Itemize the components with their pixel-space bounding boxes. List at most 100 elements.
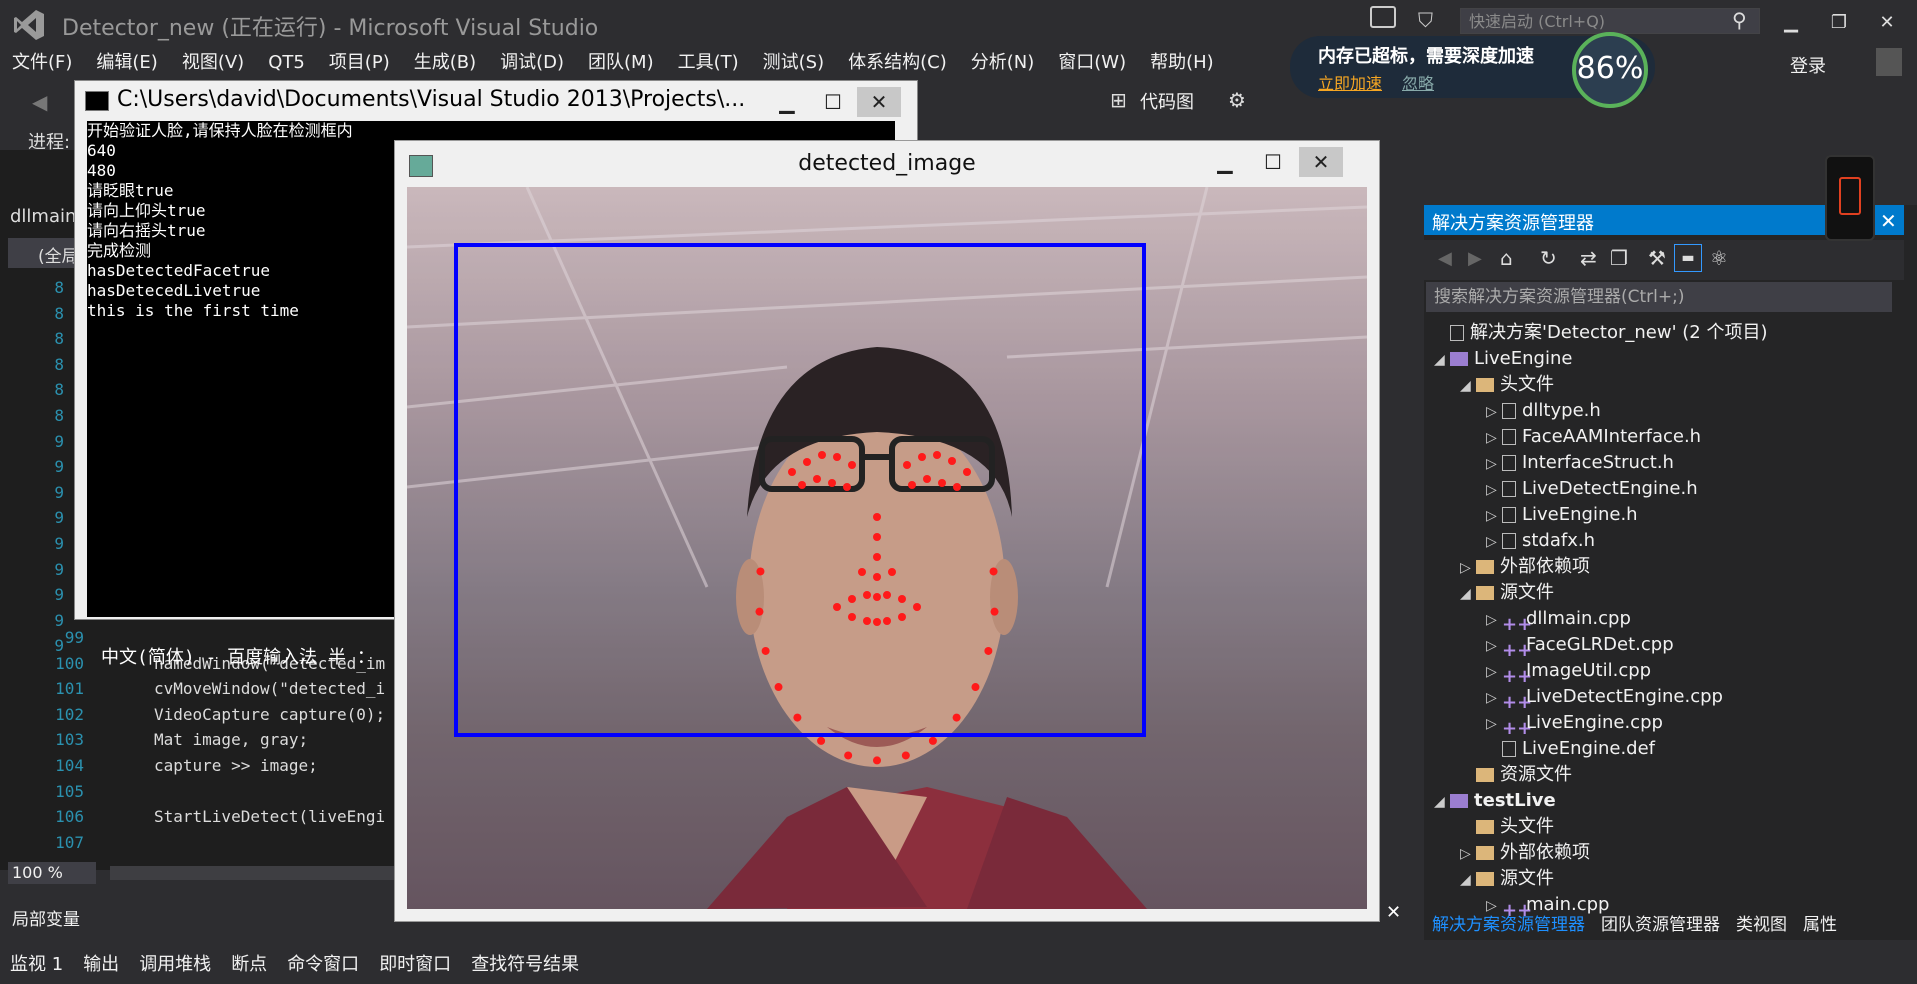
view-class-diagram-icon[interactable]: ⚛ [1710,246,1728,270]
home-icon[interactable]: ⌂ [1500,246,1513,270]
menu-item-12[interactable]: 窗口(W) [1046,50,1138,76]
solution-tab-2[interactable]: 类视图 [1728,910,1795,940]
detected-maximize-button[interactable]: ☐ [1251,147,1295,177]
expanded-arrow-icon[interactable]: ◢ [1460,373,1476,399]
breakpoint-tool-icon[interactable]: ⚙ [1228,88,1246,112]
menu-item-11[interactable]: 分析(N) [959,50,1047,76]
menu-item-2[interactable]: 视图(V) [170,50,256,76]
solution-tab-0[interactable]: 解决方案资源管理器 [1424,910,1593,940]
tree-item[interactable]: ▷ stdafx.h [1434,528,1767,554]
solution-explorer-close-icon[interactable]: ✕ [1880,209,1897,233]
user-avatar-icon[interactable] [1876,48,1902,76]
collapsed-arrow-icon[interactable]: ▷ [1486,685,1502,711]
menu-item-9[interactable]: 测试(S) [751,50,836,76]
ignore-link[interactable]: 忽略 [1402,70,1434,94]
code-line[interactable]: VideoCapture capture(0); [154,705,385,724]
tree-item[interactable]: 解决方案'Detector_new' (2 个项目) [1434,320,1767,346]
tree-item[interactable]: 资源文件 [1434,762,1767,788]
bottom-tab-6[interactable]: 查找符号结果 [461,948,589,984]
detected-close-button[interactable]: ✕ [1299,147,1343,177]
tree-item[interactable]: ▷ ++ImageUtil.cpp [1434,658,1767,687]
tree-item[interactable]: ◢ 头文件 [1434,372,1767,398]
collapsed-arrow-icon[interactable]: ▷ [1486,633,1502,659]
collapsed-arrow-icon[interactable]: ▷ [1486,451,1502,477]
collapsed-arrow-icon[interactable]: ▷ [1486,399,1502,425]
bottom-tab-2[interactable]: 调用堆栈 [129,948,221,984]
bottom-tab-3[interactable]: 断点 [221,948,277,984]
collapsed-arrow-icon[interactable]: ▷ [1486,607,1502,633]
code-line[interactable]: capture >> image; [154,756,318,775]
expanded-arrow-icon[interactable]: ◢ [1434,789,1450,815]
bottom-tab-0[interactable]: 监视 1 [0,948,73,984]
back-icon[interactable]: ◀ [32,90,47,114]
tree-item[interactable]: ▷ dlltype.h [1434,398,1767,424]
bottom-tab-5[interactable]: 即时窗口 [369,948,461,984]
tree-item[interactable]: ▷ ++LiveEngine.cpp [1434,710,1767,739]
solution-tab-1[interactable]: 团队资源管理器 [1593,910,1728,940]
quick-launch-input[interactable]: 快速启动 (Ctrl+Q) [1460,8,1760,34]
solution-tab-3[interactable]: 属性 [1795,910,1845,940]
collapse-all-icon[interactable]: ❐ [1610,246,1628,270]
console-close-button[interactable]: ✕ [857,87,901,117]
menu-item-6[interactable]: 调试(D) [488,50,576,76]
menu-item-10[interactable]: 体系结构(C) [836,50,959,76]
notification-filter-icon[interactable]: ⛉ [1418,8,1433,32]
collapsed-arrow-icon[interactable]: ▷ [1460,555,1476,581]
console-maximize-button[interactable]: ☐ [811,87,855,117]
editor-tab-dllmain[interactable]: dllmain [10,206,76,227]
tree-item[interactable]: 头文件 [1434,814,1767,840]
collapsed-arrow-icon[interactable]: ▷ [1486,529,1502,555]
phone-assistant-icon[interactable] [1825,155,1875,241]
search-icon[interactable]: ⚲ [1732,8,1747,32]
collapsed-arrow-icon[interactable]: ▷ [1486,711,1502,737]
solution-search-input[interactable]: 搜索解决方案资源管理器(Ctrl+;) [1426,282,1892,312]
editor-close-icon[interactable]: ✕ [1386,902,1401,923]
preview-icon[interactable]: ▬ [1674,244,1702,272]
collapsed-arrow-icon[interactable]: ▷ [1460,841,1476,867]
sync-icon[interactable]: ⇄ [1580,246,1597,270]
codemap-icon[interactable]: ⊞ [1110,88,1127,112]
tree-item[interactable]: ◢ testLive [1434,788,1767,814]
code-line[interactable]: Mat image, gray; [154,730,308,749]
tree-item[interactable]: ▷ LiveDetectEngine.h [1434,476,1767,502]
code-line[interactable]: cvMoveWindow("detected_i [154,679,385,698]
collapsed-arrow-icon[interactable]: ▷ [1486,659,1502,685]
minimize-button[interactable]: ▁ [1770,4,1812,42]
history-icon[interactable]: ↻ [1540,246,1557,270]
tree-item[interactable]: ▷ LiveEngine.h [1434,502,1767,528]
expanded-arrow-icon[interactable]: ◢ [1434,347,1450,373]
menu-item-8[interactable]: 工具(T) [666,50,751,76]
code-map-button[interactable]: 代码图 [1140,88,1194,114]
tree-item[interactable]: ▷ ++FaceGLRDet.cpp [1434,632,1767,661]
close-button[interactable]: ✕ [1866,4,1908,42]
bottom-tab-1[interactable]: 输出 [73,948,129,984]
detected-minimize-button[interactable]: ▁ [1203,147,1247,177]
detected-image-window[interactable]: detected_image ▁ ☐ ✕ [394,140,1380,922]
tree-item[interactable]: ◢ 源文件 [1434,580,1767,606]
tree-item[interactable]: ▷ FaceAAMInterface.h [1434,424,1767,450]
menu-item-5[interactable]: 生成(B) [402,50,488,76]
login-link[interactable]: 登录 [1790,52,1826,78]
tree-item[interactable]: ▷ ++LiveDetectEngine.cpp [1434,684,1767,713]
feedback-icon[interactable] [1370,6,1396,28]
maximize-button[interactable]: ❐ [1818,4,1860,42]
tree-item[interactable]: ◢ 源文件 [1434,866,1767,892]
accelerate-link[interactable]: 立即加速 [1318,70,1382,94]
horizontal-scrollbar[interactable] [110,866,410,880]
collapsed-arrow-icon[interactable]: ▷ [1486,425,1502,451]
collapsed-arrow-icon[interactable]: ▷ [1486,503,1502,529]
zoom-dropdown[interactable]: 100 % [8,862,96,884]
tree-item[interactable]: ◢ LiveEngine [1434,346,1767,372]
tree-item[interactable]: ▷ 外部依赖项 [1434,840,1767,866]
menu-item-4[interactable]: 项目(P) [317,50,402,76]
tree-item[interactable]: ▷ 外部依赖项 [1434,554,1767,580]
expanded-arrow-icon[interactable]: ◢ [1460,581,1476,607]
properties-icon[interactable]: ⚒ [1648,246,1666,270]
expanded-arrow-icon[interactable]: ◢ [1460,867,1476,893]
collapsed-arrow-icon[interactable]: ▷ [1486,477,1502,503]
forward-icon[interactable]: ▶ [1468,248,1482,269]
tree-item[interactable]: LiveEngine.def [1434,736,1767,762]
menu-item-7[interactable]: 团队(M) [576,50,666,76]
back-icon[interactable]: ◀ [1438,248,1452,269]
tree-item[interactable]: ▷ InterfaceStruct.h [1434,450,1767,476]
